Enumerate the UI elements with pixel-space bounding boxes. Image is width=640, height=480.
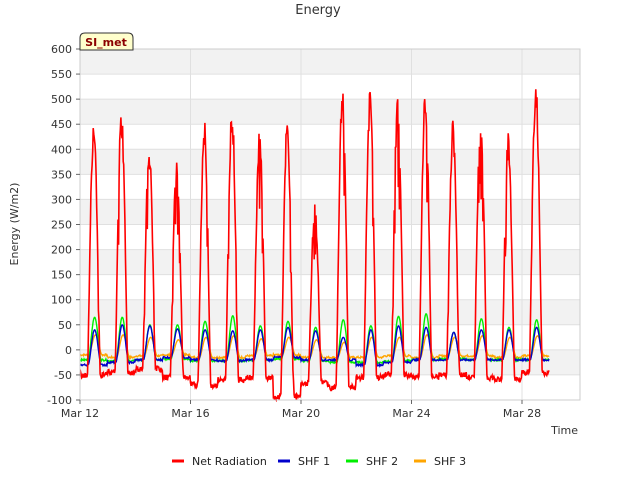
plot-band [80,299,580,325]
y-tick-label: 0 [65,344,72,357]
y-tick-label: 600 [51,43,72,56]
y-tick-label: 300 [51,193,72,206]
legend-label: Net Radiation [192,455,267,468]
y-tick-label: 200 [51,244,72,257]
y-tick-label: 100 [51,294,72,307]
y-tick-label: -100 [47,394,72,407]
x-tick-label: Mar 24 [392,407,430,420]
site-badge-label: SI_met [85,36,127,49]
legend-label: SHF 3 [434,455,466,468]
y-tick-label: 550 [51,68,72,81]
y-tick-label: 450 [51,118,72,131]
y-tick-label: 400 [51,143,72,156]
y-tick-label: -50 [54,369,72,382]
y-tick-label: 150 [51,269,72,282]
site-badge: SI_met [79,32,134,51]
x-axis-title: Time [550,424,578,437]
x-tick-label: Mar 28 [503,407,541,420]
plot-band [80,199,580,225]
plot-band [80,99,580,125]
x-tick-label: Mar 16 [171,407,209,420]
y-tick-label: 50 [58,319,72,332]
legend-label: SHF 1 [298,455,330,468]
plot-band [80,149,580,175]
energy-chart: Energy -100 -50 0 50 100 150 200 250 300 350 400 45… [0,0,640,480]
y-axis-title: Energy (W/m2) [8,183,21,266]
x-tick-label: Mar 12 [61,407,99,420]
chart-title: Energy [295,3,341,18]
x-tick-label: Mar 20 [282,407,320,420]
y-tick-label: 500 [51,93,72,106]
y-tick-label: 350 [51,168,72,181]
plot-band [80,49,580,75]
legend-label: SHF 2 [366,455,398,468]
y-tick-label: 250 [51,219,72,232]
